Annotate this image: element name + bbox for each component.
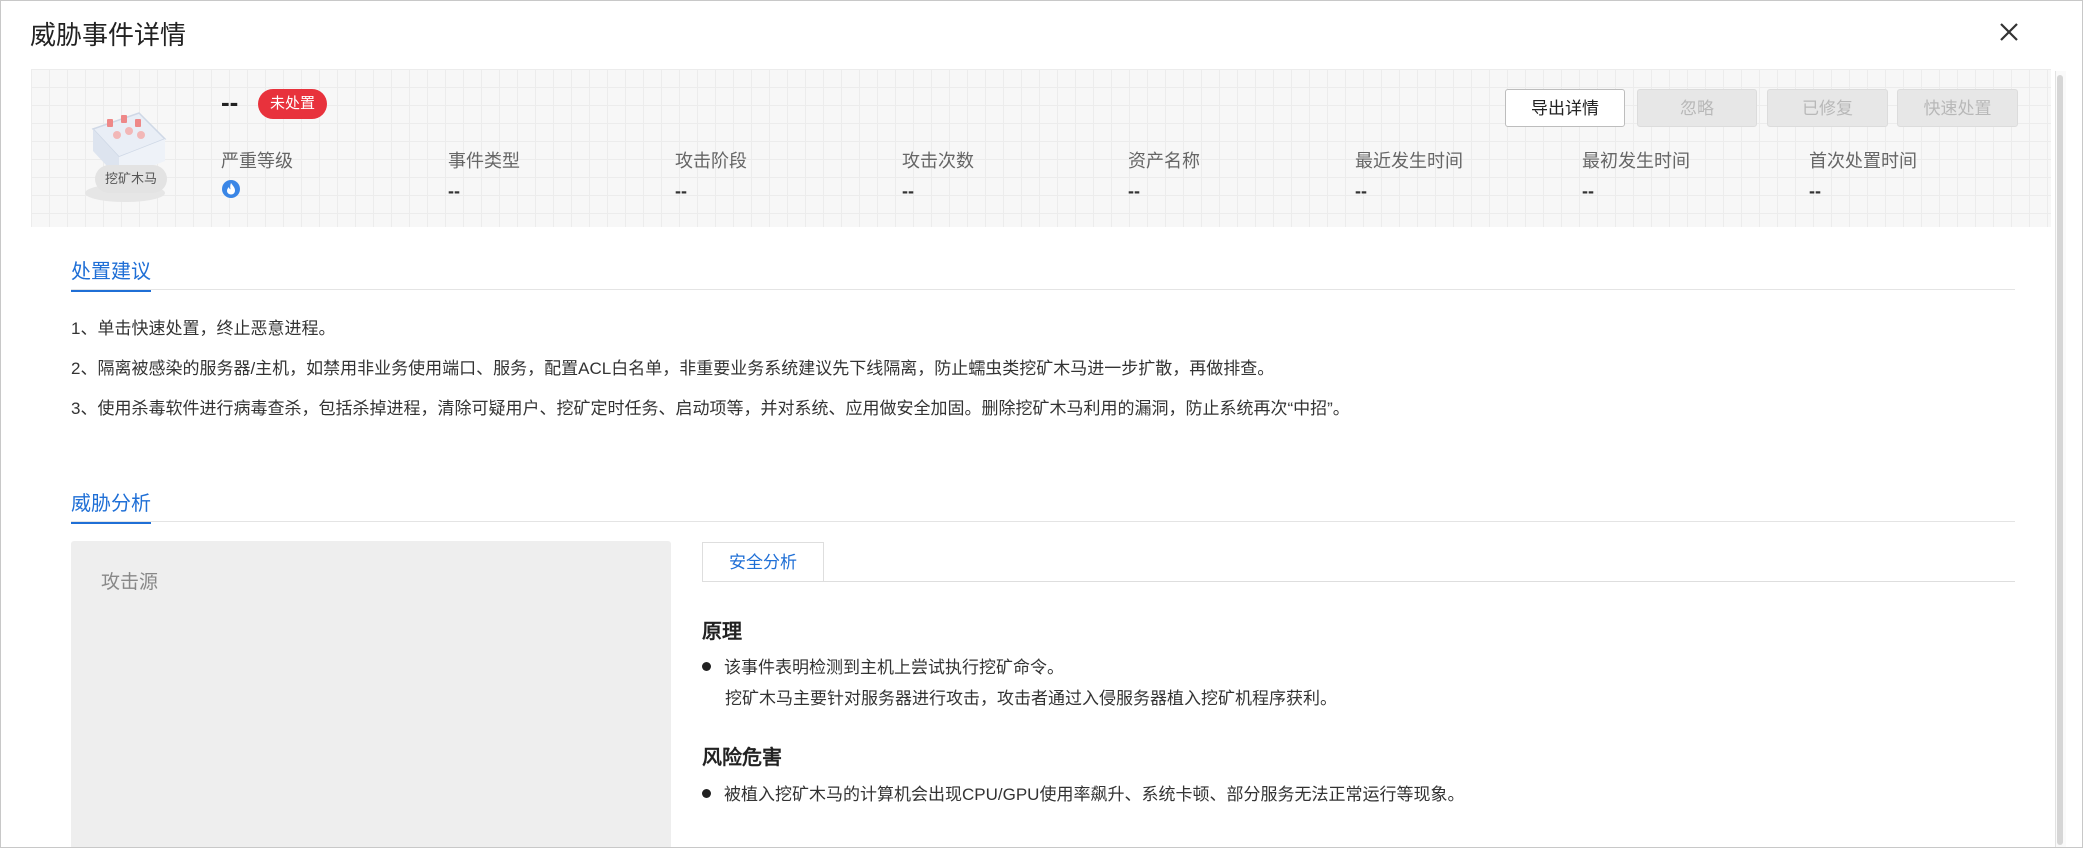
event-name: -- (221, 87, 239, 117)
advice-item: 2、隔离被感染的服务器/主机，如禁用非业务使用端口、服务，配置ACL白名单，非重… (71, 359, 1275, 378)
field-value: -- (1582, 181, 1594, 201)
tab-threat-analysis[interactable]: 威胁分析 (71, 487, 151, 524)
field-label: 攻击次数 (902, 151, 974, 171)
tab-disposal-advice[interactable]: 处置建议 (71, 255, 151, 292)
tab-security-analysis[interactable]: 安全分析 (702, 542, 824, 582)
risk-text: 被植入挖矿木马的计算机会出现CPU/GPU使用率飙升、系统卡顿、部分服务无法正常… (724, 785, 1465, 804)
risk-heading: 风险危害 (702, 747, 782, 769)
attack-source-panel: 攻击源 (71, 541, 671, 847)
field-label: 严重等级 (221, 151, 293, 171)
field-label: 事件类型 (448, 151, 520, 171)
field-value: -- (448, 181, 460, 201)
field-label: 最近发生时间 (1355, 151, 1463, 171)
close-icon (2000, 23, 2018, 41)
field-value: -- (902, 181, 914, 201)
principle-heading: 原理 (702, 621, 742, 643)
quick-handle-button[interactable]: 快速处置 (1897, 89, 2018, 127)
event-summary-panel: 挖矿木马 -- 未处置 导出详情 忽略 已修复 快速处置 严重等级 事件类型 -… (31, 69, 2051, 227)
event-category-tag: 挖矿木马 (95, 165, 167, 193)
principle-bullet: 该事件表明检测到主机上尝试执行挖矿命令。 (702, 653, 1064, 678)
ignore-button[interactable]: 忽略 (1637, 89, 1757, 127)
field-label: 最初发生时间 (1582, 151, 1690, 171)
field-value: -- (675, 181, 687, 201)
tab-divider (702, 581, 2015, 582)
close-button[interactable] (1994, 17, 2024, 47)
status-badge: 未处置 (258, 89, 328, 119)
bullet-dot (702, 662, 711, 672)
field-label: 首次处置时间 (1809, 151, 1917, 171)
advice-item: 1、单击快速处置，终止恶意进程。 (71, 319, 336, 338)
bullet-dot (702, 789, 711, 799)
field-value: -- (1128, 181, 1140, 201)
dialog-title: 威胁事件详情 (30, 20, 187, 50)
field-first-occurred: 最初发生时间 -- (1582, 147, 1690, 202)
attack-source-title: 攻击源 (101, 572, 159, 593)
field-label: 攻击阶段 (675, 151, 747, 171)
field-value: -- (1809, 181, 1821, 201)
field-attack-count: 攻击次数 -- (902, 147, 974, 202)
field-value: -- (1355, 181, 1367, 201)
section-divider (71, 289, 2015, 290)
threat-detail-dialog: 威胁事件详情 挖矿木马 -- 未处置 导出详情 忽略 已修复 快速处置 严重等级 (0, 0, 2083, 848)
field-severity: 严重等级 (221, 147, 293, 204)
flame-icon (222, 180, 240, 198)
advice-item: 3、使用杀毒软件进行病毒查杀，包括杀掉进程，清除可疑用户、挖矿定时任务、启动项等… (71, 399, 1350, 418)
export-details-button[interactable]: 导出详情 (1505, 89, 1625, 127)
scrollbar-thumb[interactable] (2057, 75, 2063, 845)
risk-bullet: 被植入挖矿木马的计算机会出现CPU/GPU使用率飙升、系统卡顿、部分服务无法正常… (702, 780, 1464, 805)
field-asset-name: 资产名称 -- (1128, 147, 1200, 202)
mark-fixed-button[interactable]: 已修复 (1767, 89, 1888, 127)
section-divider (71, 521, 2015, 522)
field-last-occurred: 最近发生时间 -- (1355, 147, 1463, 202)
field-attack-stage: 攻击阶段 -- (675, 147, 747, 202)
principle-text: 该事件表明检测到主机上尝试执行挖矿命令。 (724, 658, 1064, 677)
field-event-type: 事件类型 -- (448, 147, 520, 202)
principle-text-2: 挖矿木马主要针对服务器进行攻击，攻击者通过入侵服务器植入挖矿机程序获利。 (725, 689, 1337, 708)
field-label: 资产名称 (1128, 151, 1200, 171)
field-first-handled: 首次处置时间 -- (1809, 147, 1917, 202)
